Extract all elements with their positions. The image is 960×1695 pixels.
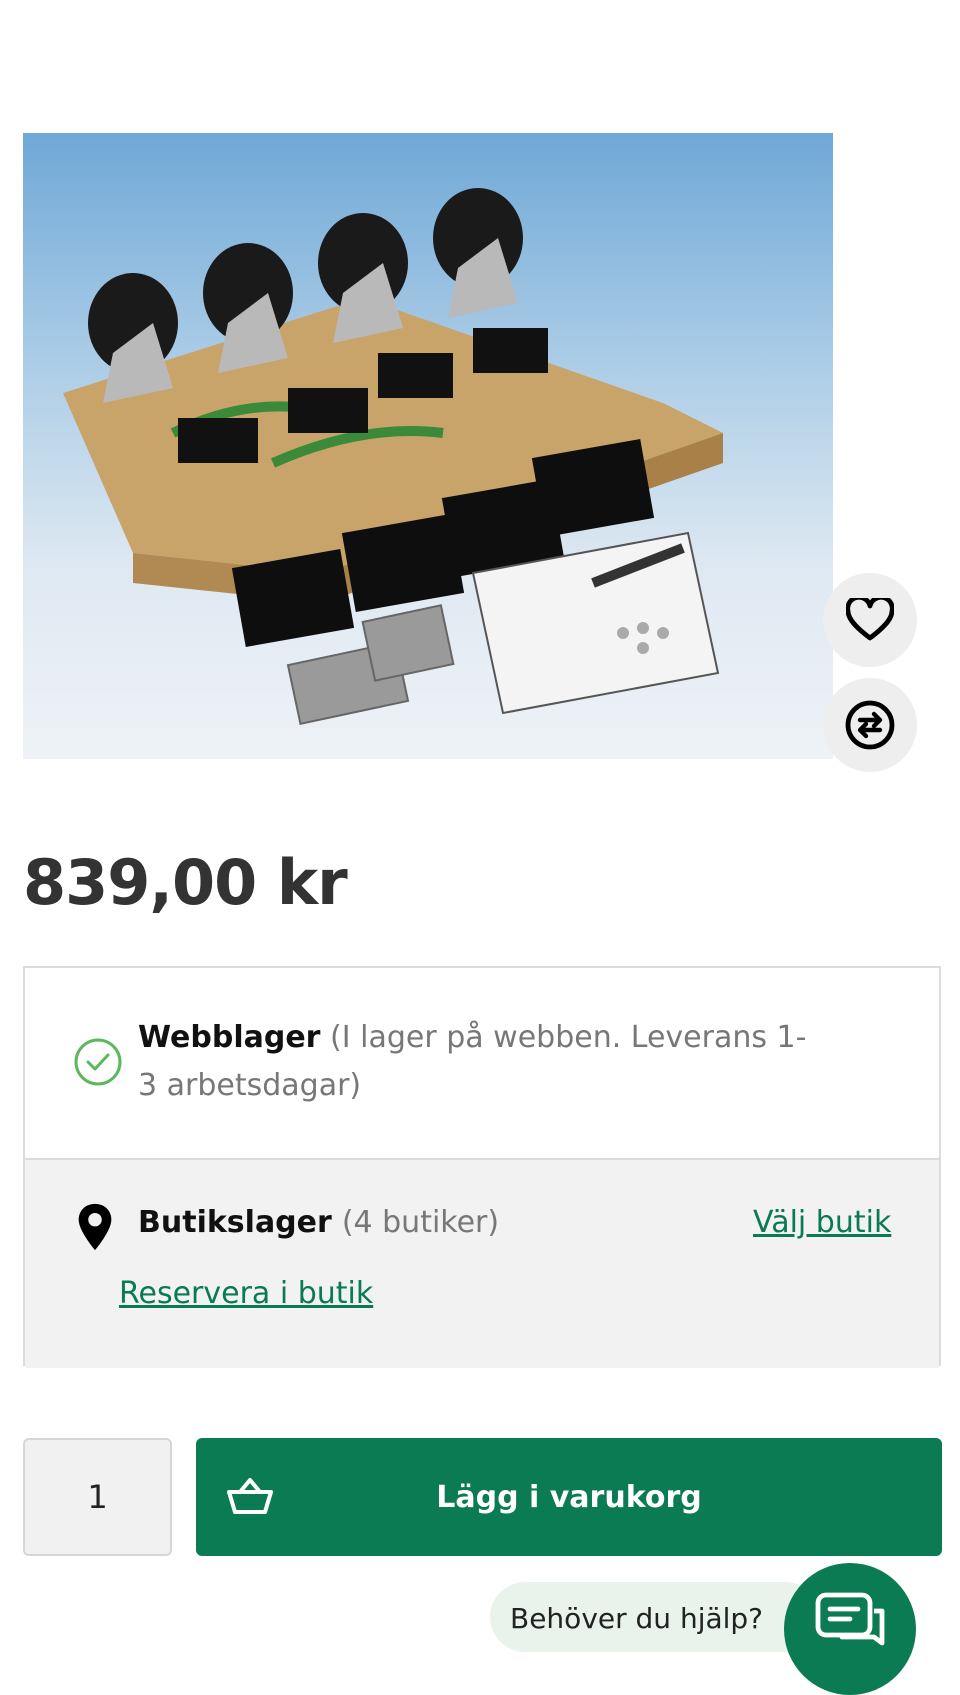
- chat-help-button[interactable]: [784, 1563, 916, 1695]
- store-stock-text: Butikslager (4 butiker): [138, 1200, 499, 1246]
- compare-button[interactable]: [823, 678, 917, 772]
- product-image[interactable]: [23, 133, 833, 759]
- choose-store-link[interactable]: Välj butik: [753, 1200, 891, 1246]
- location-pin-icon: [78, 1203, 112, 1251]
- compare-arrows-icon: [845, 700, 895, 750]
- help-prompt[interactable]: Behöver du hjälp?: [490, 1582, 820, 1652]
- web-stock-title: Webblager: [138, 1020, 321, 1055]
- web-stock-text: Webblager (I lager på webben. Leverans 1…: [138, 1014, 818, 1110]
- store-stock-row: Butikslager (4 butiker) Välj butik Reserv…: [25, 1158, 939, 1368]
- stock-availability: Webblager (I lager på webben. Leverans 1…: [23, 966, 941, 1368]
- add-to-cart-label: Lägg i varukorg: [436, 1479, 702, 1515]
- basket-icon: [227, 1478, 273, 1514]
- store-stock-title: Butikslager: [138, 1205, 332, 1240]
- favorite-button[interactable]: [823, 573, 917, 667]
- heart-icon: [846, 598, 894, 641]
- quantity-input[interactable]: 1: [23, 1438, 172, 1556]
- chat-icon: [815, 1592, 885, 1646]
- reserve-in-store-link[interactable]: Reservera i butik: [119, 1271, 373, 1317]
- web-stock-row: Webblager (I lager på webben. Leverans 1…: [25, 968, 939, 1158]
- product-price: 839,00 kr: [23, 846, 348, 919]
- check-circle-icon: [74, 1038, 122, 1086]
- store-count: (4 butiker): [341, 1205, 500, 1240]
- add-to-cart-button[interactable]: Lägg i varukorg: [196, 1438, 942, 1556]
